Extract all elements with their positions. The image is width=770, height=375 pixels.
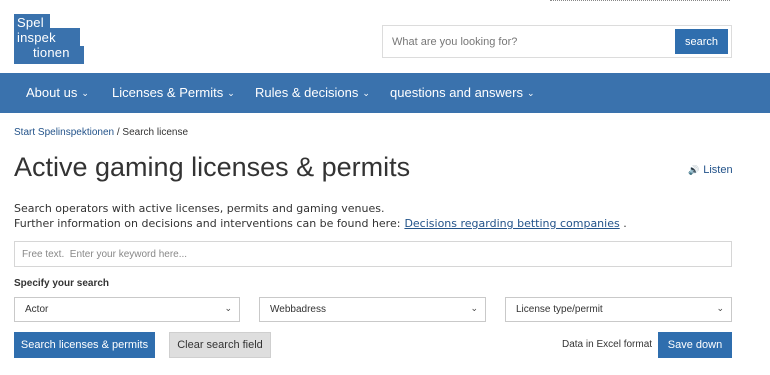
chevron-down-icon: ⌄	[362, 88, 370, 98]
listen-label: Listen	[703, 164, 733, 176]
logo-text-line3: tionen	[33, 45, 70, 60]
nav-item-label: Licenses & Permits	[112, 85, 224, 100]
freetext-search-input[interactable]	[14, 241, 732, 267]
main-navigation: About us ⌄ Licenses & Permits ⌄ Rules & de…	[0, 73, 770, 113]
nav-item-about-us[interactable]: About us ⌄	[26, 85, 89, 100]
nav-item-label: Rules & decisions	[255, 85, 359, 100]
actor-select-value: Actor	[25, 304, 49, 315]
specify-search-label: Specify your search	[14, 278, 110, 289]
search-licenses-button[interactable]: Search licenses & permits	[14, 332, 155, 358]
search-button[interactable]: search	[675, 29, 728, 54]
intro-text: Search operators with active licenses, p…	[14, 201, 627, 231]
webaddress-select[interactable]: Webbadress ⌄	[259, 297, 486, 322]
actor-select[interactable]: Actor ⌄	[14, 297, 240, 322]
nav-item-label: About us	[26, 85, 78, 100]
clear-search-button[interactable]: Clear search field	[169, 332, 271, 358]
license-type-select-value: License type/permit	[516, 304, 603, 315]
search-input[interactable]	[383, 26, 673, 57]
page-title: Active gaming licenses & permits	[14, 152, 411, 182]
chevron-down-icon: ⌄	[526, 88, 535, 98]
save-down-button[interactable]: Save down	[658, 332, 732, 358]
intro-line-2: Further information on decisions and int…	[14, 216, 627, 231]
webaddress-select-value: Webbadress	[270, 304, 326, 315]
nav-item-rules-decisions[interactable]: Rules & decisions ⌄	[255, 85, 370, 100]
breadcrumb-current: Search license	[122, 127, 189, 138]
listen-button[interactable]: 🔊 Listen	[688, 164, 733, 176]
logo-text-line2: inspek	[17, 30, 56, 45]
chevron-down-icon: ⌄	[470, 303, 478, 313]
speaker-icon: 🔊	[688, 165, 700, 175]
decisions-link[interactable]: Decisions regarding betting companies	[404, 217, 619, 230]
chevron-down-icon: ⌄	[81, 88, 89, 98]
site-search: search	[382, 25, 732, 58]
chevron-down-icon: ⌄	[716, 303, 724, 313]
nav-item-licenses-permits[interactable]: Licenses & Permits ⌄	[112, 85, 235, 100]
intro-line-1: Search operators with active licenses, p…	[14, 202, 385, 215]
logo-text-line1: Spel	[17, 15, 44, 30]
chevron-down-icon: ⌄	[224, 303, 232, 313]
breadcrumb-separator: /	[116, 127, 120, 138]
top-edge	[0, 0, 770, 4]
license-type-select[interactable]: License type/permit ⌄	[505, 297, 732, 322]
chevron-down-icon: ⌄	[227, 88, 235, 98]
intro-period: .	[623, 217, 627, 230]
spelinspektionen-logo[interactable]: Spel inspek tionen	[14, 14, 84, 64]
nav-item-questions-answers[interactable]: questions and answers ⌄	[390, 85, 535, 100]
excel-format-label: Data in Excel format	[562, 339, 653, 350]
breadcrumb: Start Spelinspektionen / Search license	[14, 127, 188, 138]
breadcrumb-home-link[interactable]: Start Spelinspektionen	[14, 127, 114, 138]
nav-item-label: questions and answers	[390, 85, 523, 100]
intro-line-2-text: Further information on decisions and int…	[14, 217, 401, 230]
